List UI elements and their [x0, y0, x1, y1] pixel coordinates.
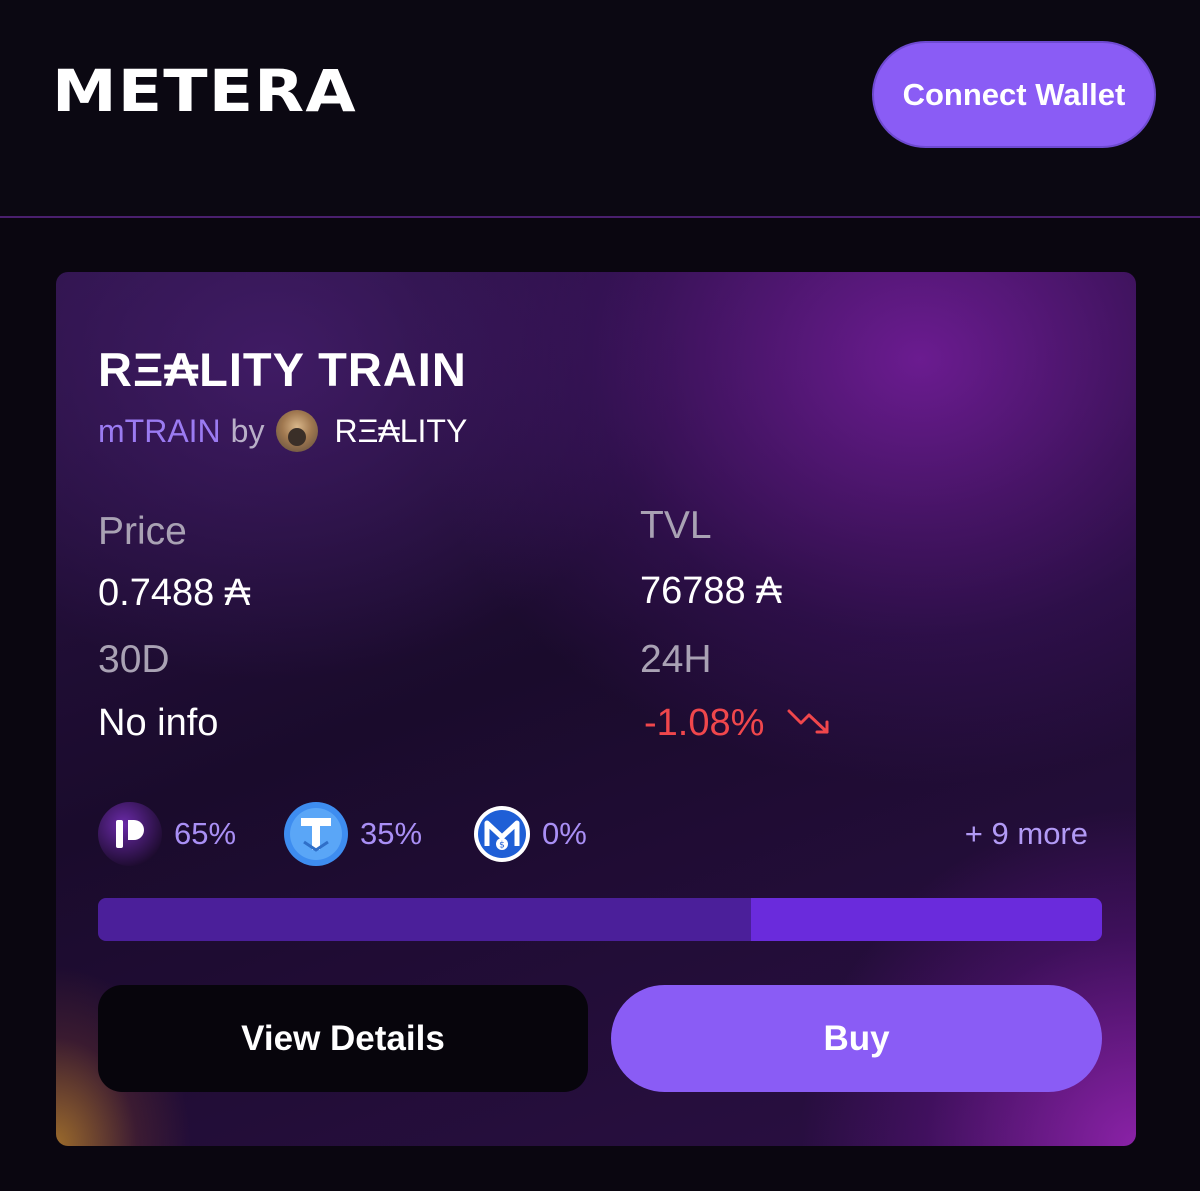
vault-subtitle: mTRAIN by RΞ₳LITY: [98, 410, 467, 452]
asset-pct: 0%: [542, 816, 587, 851]
tvl-value: 76788 ₳: [640, 570, 782, 612]
asset-allocation-list: 65% 35% $ 0% + 9 more: [98, 802, 1088, 866]
creator-avatar[interactable]: [276, 410, 319, 452]
metera-logo[interactable]: METERA: [52, 62, 357, 120]
vault-title: RΞ₳LITY TRAIN: [98, 343, 467, 396]
connect-wallet-button[interactable]: Connect Wallet: [872, 41, 1156, 148]
allocation-segment: [98, 898, 751, 941]
24h-label: 24H: [640, 638, 712, 681]
by-text: by: [230, 412, 265, 449]
asset-item[interactable]: 35%: [284, 802, 422, 866]
asset-item[interactable]: 65%: [98, 802, 236, 866]
asset-item[interactable]: $ 0%: [474, 802, 587, 866]
asset-pct: 35%: [360, 816, 423, 851]
price-value: 0.7488 ₳: [98, 572, 251, 614]
m-dollar-token-icon: $: [474, 806, 530, 862]
price-label: Price: [98, 510, 187, 553]
tvl-label: TVL: [640, 504, 712, 547]
more-assets-link[interactable]: + 9 more: [965, 802, 1088, 866]
vault-card: RΞ₳LITY TRAIN mTRAIN by RΞ₳LITY Price 0.…: [56, 272, 1136, 1146]
svg-text:$: $: [499, 841, 505, 851]
view-details-button[interactable]: View Details: [98, 985, 588, 1092]
page-footer-space: [0, 1146, 1200, 1191]
trend-down-icon: [787, 703, 831, 746]
allocation-bar: [98, 898, 1102, 941]
token-symbol[interactable]: mTRAIN: [98, 413, 221, 450]
buy-button[interactable]: Buy: [611, 985, 1102, 1092]
tether-token-icon: [284, 802, 348, 866]
24h-change: -1.08%: [644, 702, 831, 746]
app-header: METERA Connect Wallet: [0, 0, 1200, 218]
30d-label: 30D: [98, 638, 170, 681]
asset-pct: 65%: [174, 816, 237, 851]
24h-value: -1.08%: [644, 702, 765, 744]
creator-name[interactable]: RΞ₳LITY: [334, 413, 467, 450]
allocation-segment: [750, 898, 1102, 941]
purple-token-icon: [98, 802, 162, 866]
30d-value: No info: [98, 702, 219, 744]
